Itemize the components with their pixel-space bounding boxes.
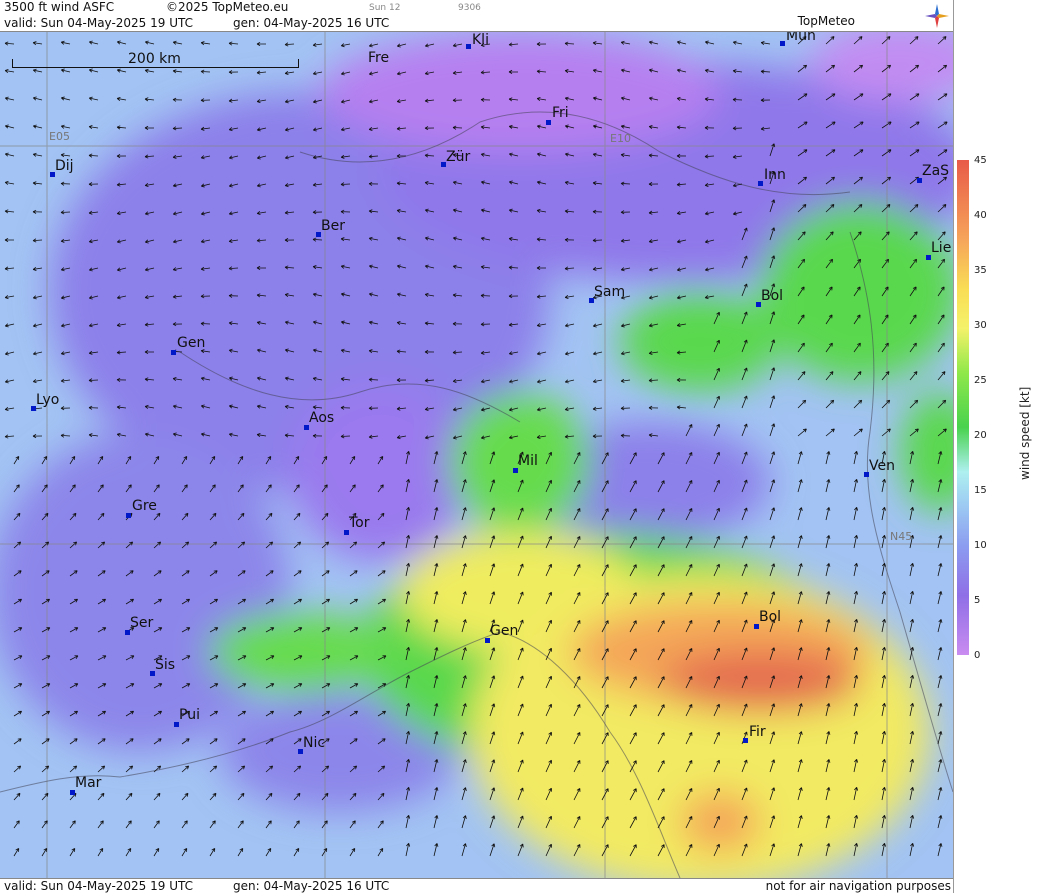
wind-speed-field bbox=[0, 32, 953, 878]
legend-tick: 15 bbox=[974, 485, 987, 496]
map-footer: valid: Sun 04-May-2025 19 UTC gen: 04-Ma… bbox=[0, 878, 953, 894]
scale-bar-label: 200 km bbox=[128, 51, 181, 67]
legend-tick: 10 bbox=[974, 540, 987, 551]
topmeteo-logo: TopMeteo bbox=[797, 14, 855, 28]
footer-valid-time: valid: Sun 04-May-2025 19 UTC bbox=[4, 879, 193, 893]
legend-tick: 5 bbox=[974, 595, 981, 606]
wind-map[interactable]: 200 km E05 E10 N45 Kli Mün Fre Fri Dij Z… bbox=[0, 32, 953, 878]
legend-tick: 0 bbox=[974, 650, 981, 661]
product-title: 3500 ft wind ASFC bbox=[4, 0, 115, 14]
grid-label-e05: E05 bbox=[49, 130, 70, 143]
grid-label-e10: E10 bbox=[610, 132, 631, 145]
legend-tick: 25 bbox=[974, 375, 987, 386]
copyright-text: ©2025 TopMeteo.eu bbox=[166, 0, 289, 14]
mini-code-label: 9306 bbox=[458, 3, 481, 13]
compass-logo-icon bbox=[925, 4, 949, 28]
legend-tick: 45 bbox=[974, 155, 987, 166]
legend-tick: 40 bbox=[974, 210, 987, 221]
footer-generation-time: gen: 04-May-2025 16 UTC bbox=[233, 879, 390, 893]
generation-time: gen: 04-May-2025 16 UTC bbox=[233, 16, 390, 30]
map-header: 3500 ft wind ASFC ©2025 TopMeteo.eu Sun … bbox=[0, 0, 953, 32]
legend-tick: 35 bbox=[974, 265, 987, 276]
navigation-disclaimer: not for air navigation purposes bbox=[765, 879, 951, 893]
wind-speed-colorbar bbox=[957, 160, 969, 655]
mini-time-label: Sun 12 bbox=[369, 3, 401, 13]
legend-title: wind speed [kt] bbox=[1018, 386, 1032, 480]
grid-label-n45: N45 bbox=[890, 530, 913, 543]
legend-tick: 20 bbox=[974, 430, 987, 441]
legend-tick: 30 bbox=[974, 320, 987, 331]
valid-time: valid: Sun 04-May-2025 19 UTC bbox=[4, 16, 193, 30]
